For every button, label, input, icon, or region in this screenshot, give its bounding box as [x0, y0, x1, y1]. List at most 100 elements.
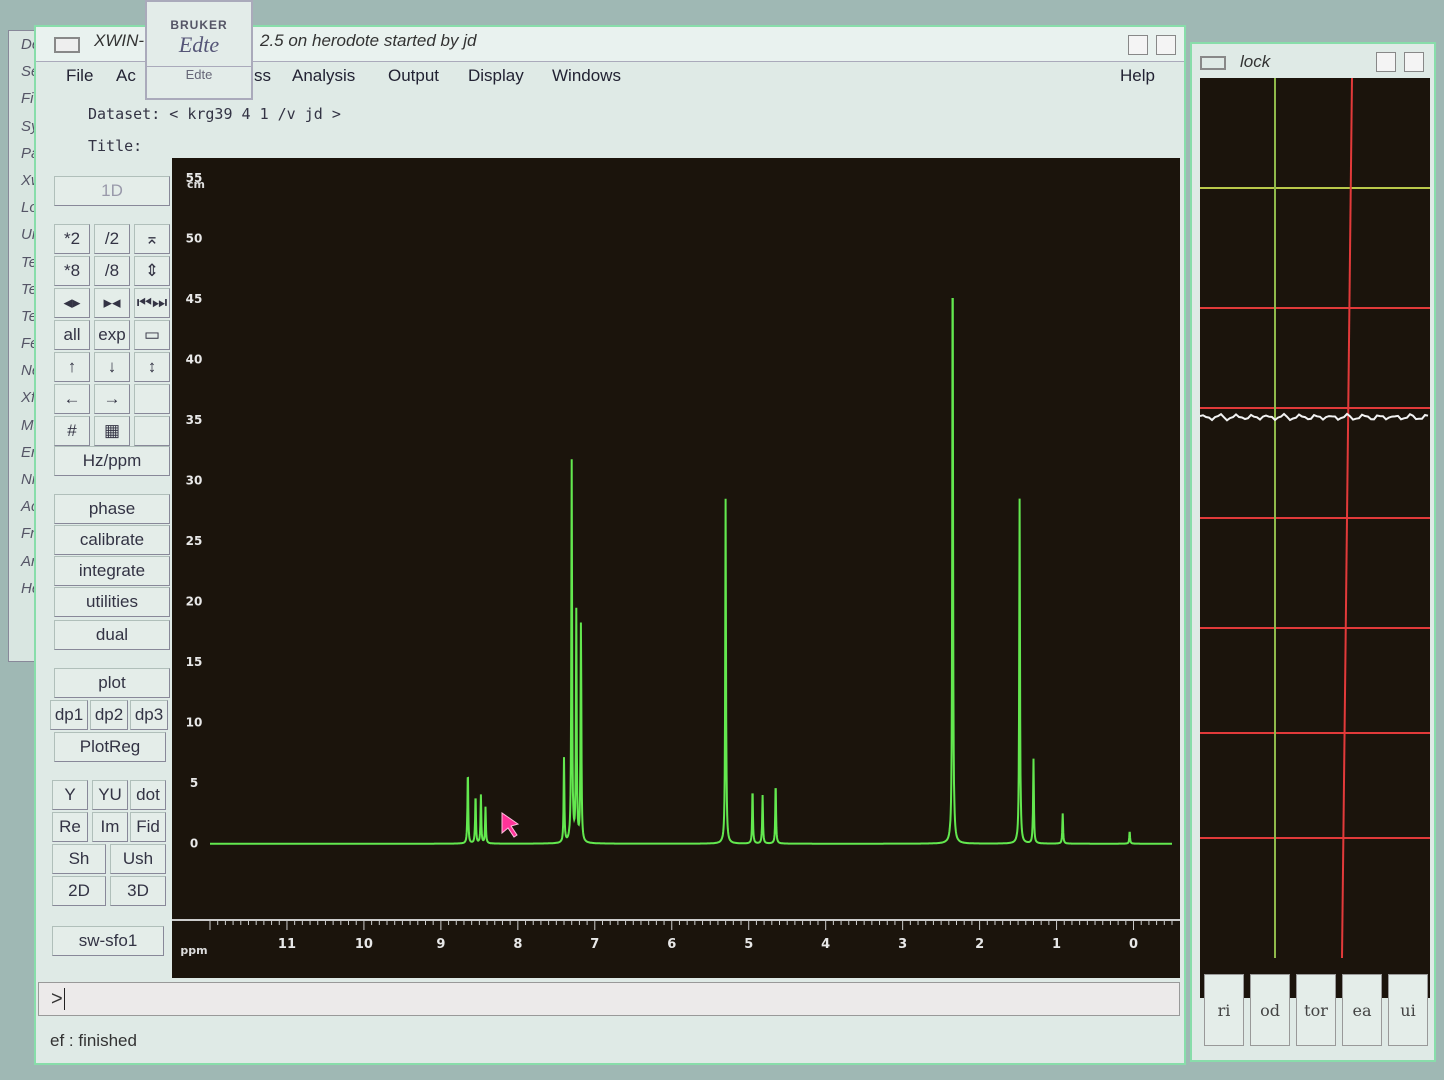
bruker-logo[interactable]: BRUKER Edte Edte	[145, 0, 253, 100]
grid-button[interactable]: #	[54, 416, 90, 446]
move-right-button[interactable]: →	[94, 384, 130, 414]
y-tick-label: 40	[186, 353, 203, 367]
region-button[interactable]: ▭	[134, 320, 170, 350]
sh-button[interactable]: Sh	[52, 844, 106, 874]
logo-name: Edte	[178, 32, 220, 57]
lock-button-1[interactable]: ri	[1204, 974, 1244, 1046]
move-up-button[interactable]: ↑	[54, 352, 90, 382]
compress-button[interactable]: ▸◂	[94, 288, 130, 318]
y-tick-label: 50	[186, 232, 203, 246]
dp1-button[interactable]: dp1	[50, 700, 88, 730]
lock-button-4[interactable]: ea	[1342, 974, 1382, 1046]
re-button[interactable]: Re	[52, 812, 88, 842]
exp-button[interactable]: exp	[94, 320, 130, 350]
plot-button[interactable]: plot	[54, 668, 170, 698]
zoom-div2-button[interactable]: /2	[94, 224, 130, 254]
y-tick-label: 30	[186, 474, 203, 488]
yu-button[interactable]: YU	[92, 780, 128, 810]
3d-button[interactable]: 3D	[110, 876, 166, 906]
calibrate-button[interactable]: calibrate	[54, 525, 170, 555]
x-tick-label: 0	[1129, 937, 1138, 952]
phase-button[interactable]: phase	[54, 494, 170, 524]
x-tick-label: 9	[436, 937, 445, 952]
menu-process[interactable]: ss	[254, 66, 271, 86]
spectrum-display[interactable]: 0 5 10 15 20 25 30 35 40 45 50 55 11 10 9 8 7 6 5 4 3 2 1 0 pp…	[172, 158, 1180, 978]
y-button[interactable]: Y	[52, 780, 88, 810]
expand-button[interactable]: ◂▸	[54, 288, 90, 318]
y-tick-label: 35	[186, 413, 203, 427]
zoom-updown-button[interactable]: ⇕	[134, 256, 170, 286]
sw-sfo1-button[interactable]: sw-sfo1	[52, 926, 164, 956]
move-down-button[interactable]: ↓	[94, 352, 130, 382]
menu-analysis[interactable]: Analysis	[292, 66, 355, 86]
lock-button-3[interactable]: tor	[1296, 974, 1336, 1046]
dp2-button[interactable]: dp2	[90, 700, 128, 730]
x-tick-label: 1	[1052, 937, 1061, 952]
status-message: ef : finished	[50, 1031, 137, 1050]
full-range-button[interactable]: ⏮⏭	[134, 288, 170, 318]
logo-brand: BRUKER	[170, 18, 228, 32]
spectrum-chart[interactable]: 0510152025303540455055 11 10 9 8 7 6 5 4 3 2 1 0 pp…	[172, 158, 1180, 978]
lock-window-menu-button[interactable]	[1200, 56, 1226, 70]
empty-button-1[interactable]	[134, 384, 170, 414]
dual-button[interactable]: dual	[54, 620, 170, 650]
menu-acquire[interactable]: Ac	[116, 66, 136, 86]
window-menu-button[interactable]	[54, 37, 80, 53]
dot-button[interactable]: dot	[130, 780, 166, 810]
all-button[interactable]: all	[54, 320, 90, 350]
mode-1d-button[interactable]: 1D	[54, 176, 170, 206]
move-left-button[interactable]: ←	[54, 384, 90, 414]
y-tick-label: 20	[186, 595, 203, 609]
x-tick-label: 7	[590, 937, 599, 952]
y-tick-label: 25	[186, 534, 203, 548]
x-axis: 11 10 9 8 7 6 5 4 3 2 1 0	[172, 919, 1180, 952]
plotreg-button[interactable]: PlotReg	[54, 732, 166, 762]
window-title-right: 2.5 on herodote started by jd	[260, 31, 477, 50]
logo-caption: Edte	[147, 66, 251, 82]
im-button[interactable]: Im	[92, 812, 128, 842]
maximize-button[interactable]	[1156, 35, 1176, 55]
x-tick-label: 2	[975, 937, 984, 952]
integrate-button[interactable]: integrate	[54, 556, 170, 586]
menu-display[interactable]: Display	[468, 66, 524, 86]
title-label: Title:	[88, 137, 143, 155]
ush-button[interactable]: Ush	[110, 844, 166, 874]
y-tick-label: 15	[186, 655, 203, 669]
move-updown-button[interactable]: ↕	[134, 352, 170, 382]
hz-ppm-button[interactable]: Hz/ppm	[54, 446, 170, 476]
lock-window: lock ri od tor ea ui	[1190, 42, 1436, 1062]
fine-grid-button[interactable]: ▦	[94, 416, 130, 446]
zoom-x8-button[interactable]: *8	[54, 256, 90, 286]
command-line-input[interactable]: >	[38, 982, 1180, 1016]
y-tick-label: 5	[190, 776, 198, 790]
zoom-reset-button[interactable]: ⌅	[134, 224, 170, 254]
x-tick-label: 4	[821, 937, 830, 952]
lock-button-5[interactable]: ui	[1388, 974, 1428, 1046]
lock-window-title: lock	[1240, 52, 1271, 71]
y-tick-label: 0	[190, 837, 198, 851]
dp3-button[interactable]: dp3	[130, 700, 168, 730]
x-tick-label: 10	[355, 937, 373, 952]
y-tick-label: 10	[186, 716, 203, 730]
menu-file[interactable]: File	[66, 66, 93, 86]
menu-output[interactable]: Output	[388, 66, 439, 86]
y-axis-label: cm	[187, 178, 205, 191]
y-axis: 0510152025303540455055	[186, 171, 203, 851]
menu-help[interactable]: Help	[1120, 66, 1155, 86]
command-prompt: >	[51, 988, 63, 1010]
fid-button[interactable]: Fid	[130, 812, 166, 842]
2d-button[interactable]: 2D	[52, 876, 106, 906]
menu-windows[interactable]: Windows	[552, 66, 621, 86]
zoom-div8-button[interactable]: /8	[94, 256, 130, 286]
x-axis-label: ppm	[180, 944, 207, 957]
lock-button-2[interactable]: od	[1250, 974, 1290, 1046]
y-tick-label: 45	[186, 292, 203, 306]
lock-maximize-button[interactable]	[1404, 52, 1424, 72]
zoom-x2-button[interactable]: *2	[54, 224, 90, 254]
x-tick-label: 5	[744, 937, 753, 952]
spectrum-trace	[210, 298, 1172, 845]
utilities-button[interactable]: utilities	[54, 587, 170, 617]
empty-button-2[interactable]	[134, 416, 170, 446]
minimize-button[interactable]	[1128, 35, 1148, 55]
lock-minimize-button[interactable]	[1376, 52, 1396, 72]
